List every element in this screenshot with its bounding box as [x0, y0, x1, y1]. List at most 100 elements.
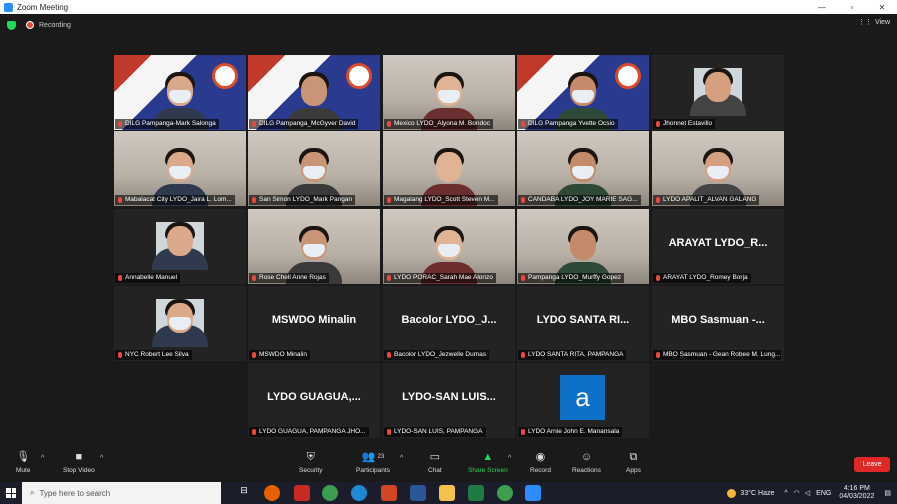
clock[interactable]: 4:16 PM 04/03/2022: [839, 485, 874, 501]
participant-name-label: San Simon LYDO_Mark Pangan: [249, 195, 356, 205]
minimize-icon[interactable]: —: [807, 0, 837, 14]
acrobat-icon[interactable]: [294, 485, 310, 501]
notifications-icon[interactable]: ▤: [884, 489, 891, 497]
muted-microphone-icon: [387, 121, 391, 127]
weather-sun-icon: [727, 488, 737, 498]
dilg-seal-icon: [346, 63, 372, 89]
participants-count: 23: [377, 454, 385, 460]
grid-view-icon: ⋮⋮: [857, 19, 872, 26]
participant-video-tile[interactable]: Rose Chell Anne Rojas: [248, 209, 380, 284]
record-icon: ◉: [535, 451, 546, 463]
encryption-shield-icon[interactable]: [7, 20, 16, 30]
stop-video-label: Stop Video: [63, 467, 95, 474]
powerpoint-icon[interactable]: [381, 485, 397, 501]
share-screen-icon: ▲: [482, 451, 494, 463]
start-button[interactable]: [0, 482, 22, 504]
chrome-profile-icon[interactable]: [497, 485, 513, 501]
participant-video-tile[interactable]: LYDO-SAN LUIS... LYDO-SAN LUIS, PAMPANGA: [383, 363, 515, 438]
participant-video-tile[interactable]: LYDO APALIT_ALVAN GALANG: [652, 131, 784, 206]
firefox-icon[interactable]: [264, 485, 280, 501]
participants-icon: 👥 23: [361, 451, 385, 463]
participant-name-label: DILG Pampanga_McGyver David: [249, 119, 359, 129]
task-view-icon[interactable]: ⊟: [236, 485, 252, 501]
participant-video-tile[interactable]: San Simon LYDO_Mark Pangan: [248, 131, 380, 206]
video-options-chevron-icon[interactable]: ^: [100, 455, 103, 462]
participant-video-tile[interactable]: Bacolor LYDO_J... Bacolor LYDO_Jezwelle D…: [383, 286, 515, 361]
participant-video-tile[interactable]: LYDO GUAGUA,... LYDO GUAGUA, PAMPANGA JHO…: [248, 363, 380, 438]
participant-video-tile[interactable]: DILG Pampanga_McGyver David: [248, 55, 380, 130]
muted-microphone-icon: [252, 352, 256, 358]
muted-microphone-icon: [252, 121, 256, 127]
apps-button[interactable]: ⧉ Apps: [626, 451, 641, 474]
participant-video-tile[interactable]: DILG Pampanga Yvette Ocsio: [517, 55, 649, 130]
volume-icon[interactable]: ◁: [805, 489, 810, 497]
participant-name-label: LYDO Arnie John E. Manansala: [518, 427, 623, 437]
participant-video-tile[interactable]: Mabalacat City LYDO_Jaira L. Lom...: [114, 131, 246, 206]
muted-microphone-icon: [387, 352, 391, 358]
close-icon[interactable]: ✕: [867, 0, 897, 14]
participant-video-tile[interactable]: Annabelle Manuel: [114, 209, 246, 284]
chat-label: Chat: [428, 467, 442, 474]
leave-button[interactable]: Leave: [854, 457, 890, 472]
mute-button[interactable]: 🎙 Mute: [16, 451, 30, 474]
participant-video-tile[interactable]: Magalang LYDO_Scott Steven M...: [383, 131, 515, 206]
participant-video-tile[interactable]: Pampanga LYDO_Murffy Gopez: [517, 209, 649, 284]
muted-microphone-icon: [118, 352, 122, 358]
edge-icon[interactable]: [351, 485, 367, 501]
chat-button[interactable]: ▭ Chat: [428, 451, 442, 474]
muted-microphone-icon: [252, 429, 256, 435]
participant-video-tile[interactable]: NYC Robert Lee Silva: [114, 286, 246, 361]
participant-avatar: a: [560, 375, 605, 420]
recording-icon: [26, 21, 34, 29]
search-placeholder: Type here to search: [39, 488, 111, 498]
share-options-chevron-icon[interactable]: ^: [508, 455, 511, 462]
participant-video-tile[interactable]: ARAYAT LYDO_R... ARAYAT LYDO_Romey Borja: [652, 209, 784, 284]
participant-video-tile[interactable]: MSWDO Minalin MSWDO Minalin: [248, 286, 380, 361]
participant-video-tile[interactable]: LYDO PORAC_Sarah Mae Alonzo: [383, 209, 515, 284]
meeting-toolbar: 🎙 Mute ^ ■ Stop Video ^ ⛨ Security 👥 23 P…: [0, 447, 897, 482]
muted-microphone-icon: [521, 197, 525, 203]
participant-video-tile[interactable]: Mexico LYDO_Alyona M. Bondoc: [383, 55, 515, 130]
participant-video-tile[interactable]: DILG Pampanga-Mark Salonga: [114, 55, 246, 130]
reactions-button[interactable]: ☺ Reactions: [572, 451, 601, 474]
search-icon: ⌕: [30, 488, 35, 497]
participant-video-tile[interactable]: a LYDO Arnie John E. Manansala: [517, 363, 649, 438]
participant-display-name: ARAYAT LYDO_R...: [668, 237, 768, 249]
share-screen-label: Share Screen: [468, 467, 508, 474]
participant-name-label: LYDO-SAN LUIS, PAMPANGA: [384, 427, 486, 437]
participant-name-label: MSWDO Minalin: [249, 350, 311, 360]
zoom-taskbar-icon[interactable]: [525, 485, 541, 501]
chrome-icon[interactable]: [322, 485, 338, 501]
wifi-icon[interactable]: ◠: [794, 489, 800, 497]
muted-microphone-icon: [656, 275, 660, 281]
participant-video: [690, 68, 746, 116]
word-icon[interactable]: [410, 485, 426, 501]
excel-icon[interactable]: [468, 485, 484, 501]
record-label: Record: [530, 467, 551, 474]
maximize-icon[interactable]: ▫: [837, 0, 867, 14]
participant-video-tile[interactable]: MBO Sasmuan -... MBO Sasmuan - Gean Robee…: [652, 286, 784, 361]
participant-video-tile[interactable]: Jhonnet Estavillo: [652, 55, 784, 130]
weather-text[interactable]: 33°C Haze: [740, 490, 774, 497]
participants-button[interactable]: 👥 23 Participants: [356, 451, 390, 474]
stop-video-button[interactable]: ■ Stop Video: [63, 451, 95, 474]
security-label: Security: [299, 467, 323, 474]
file-explorer-icon[interactable]: [439, 485, 455, 501]
muted-microphone-icon: [118, 121, 122, 127]
participant-video: [152, 222, 208, 270]
record-button[interactable]: ◉ Record: [530, 451, 551, 474]
participant-video-tile[interactable]: LYDO SANTA RI... LYDO SANTA RITA, PAMPANG…: [517, 286, 649, 361]
taskbar-search-box[interactable]: ⌕ Type here to search: [22, 482, 221, 504]
share-screen-button[interactable]: ▲ Share Screen: [468, 451, 508, 474]
participants-chevron-icon[interactable]: ^: [400, 455, 403, 462]
tray-chevron-icon[interactable]: ^: [784, 490, 787, 497]
language-indicator[interactable]: ENG: [816, 490, 831, 497]
security-button[interactable]: ⛨ Security: [299, 451, 322, 474]
window-title: Zoom Meeting: [17, 2, 69, 12]
participant-video-tile[interactable]: CANDABA LYDO_JOY MARIE SAG...: [517, 131, 649, 206]
participants-label: Participants: [356, 467, 390, 474]
view-button[interactable]: ⋮⋮ View: [857, 18, 890, 27]
participant-name-label: ARAYAT LYDO_Romey Borja: [653, 273, 751, 283]
muted-microphone-icon: [521, 275, 525, 281]
audio-options-chevron-icon[interactable]: ^: [41, 455, 44, 462]
